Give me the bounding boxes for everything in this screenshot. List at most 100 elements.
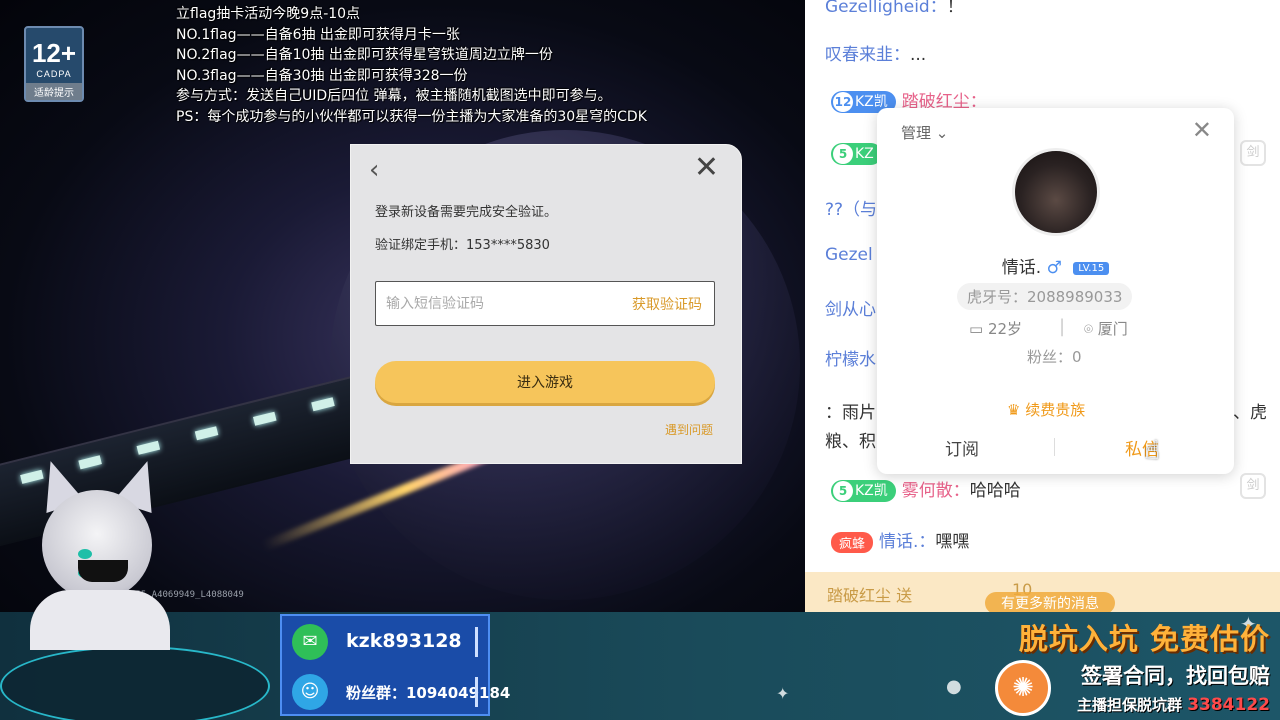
promo-subline: 签署合同，找回包赔 xyxy=(1081,664,1270,688)
divider: | xyxy=(1059,316,1066,337)
rail-light xyxy=(253,411,277,426)
chat-message: 5 KZ凯 雾何散：哈哈哈 xyxy=(831,476,1021,502)
qq-group: 粉丝群：1094049184 xyxy=(346,684,511,702)
fans-count: 粉丝：0 xyxy=(1027,348,1082,366)
divider xyxy=(475,677,478,707)
chat-user[interactable]: 情话.： xyxy=(879,532,935,552)
mascot-hoodie xyxy=(30,590,170,650)
rail-light xyxy=(136,440,161,455)
contact-box: ✉ kzk893128 ☺ 粉丝群：1094049184 xyxy=(280,614,510,716)
gift-sender: 踏破红尘 送 xyxy=(827,586,913,605)
fan-badge-level: 5 xyxy=(833,481,853,501)
verification-message: 登录新设备需要完成安全验证。 xyxy=(375,205,558,220)
gift-notification: 踏破红尘 送 10 有更多新的消息 xyxy=(805,572,1280,612)
mascot-mask xyxy=(78,560,128,582)
star-decoration: ● xyxy=(946,676,962,697)
notice-line: NO.3flag——自备30抽 出金即可获得328一份 xyxy=(176,67,468,84)
chat-message: 粮、积 xyxy=(825,427,876,452)
close-icon[interactable]: ✕ xyxy=(694,153,719,183)
qq-contact: ☺ 粉丝群：1094049184 xyxy=(286,670,510,714)
chat-text: 嘿嘿 xyxy=(935,532,970,552)
notice-line: 参与方式：发送自己UID后四位 弹幕，被主播随机截图选中即可参与。 xyxy=(176,88,612,104)
notice-line: PS：每个成功参与的小伙伴都可以获得一份主播为大家准备的30星穹的CDK xyxy=(176,108,647,125)
user-name-row: 情话. ♂ LV.15 xyxy=(877,253,1234,278)
promo-text: 脱坑入坑 免费估价 签署合同，找回包赔 主播担保脱坑群 3384122 xyxy=(1019,616,1270,715)
more-messages-button[interactable]: 有更多新的消息 xyxy=(985,592,1115,612)
city-value: 厦门 xyxy=(1097,320,1128,338)
chat-text: ：雨片 xyxy=(825,403,876,423)
event-notice: 立flag抽卡活动今晚9点-10点 NO.1flag——自备6抽 出金即可获得月… xyxy=(176,4,647,127)
stream-overlay-bar: ✉ kzk893128 ☺ 粉丝群：1094049184 ✦ ● ✦ ✺ 脱坑入… xyxy=(0,612,1280,720)
chat-message: 叹春来韭：... xyxy=(825,40,926,65)
fan-badge-level: 12 xyxy=(833,92,853,112)
promo-group-label: 主播担保脱坑群 xyxy=(1076,696,1182,714)
star-decoration: ✦ xyxy=(776,684,790,703)
chat-text: 哈哈哈 xyxy=(969,481,1021,501)
chat-message: ??（与 xyxy=(825,195,877,220)
chat-user[interactable]: ??（与 xyxy=(825,200,877,220)
chat-user[interactable]: 柠檬水 xyxy=(825,350,876,370)
chat-message-tail: 、虎 xyxy=(1233,398,1267,423)
avatar[interactable] xyxy=(1012,148,1100,236)
huya-id: 虎牙号：2088989033 xyxy=(957,283,1133,310)
sms-code-field: 获取验证码 xyxy=(375,281,715,326)
user-name: 情话. xyxy=(1001,258,1042,278)
qq-icon: ☺ xyxy=(292,674,328,710)
get-code-button[interactable]: 获取验证码 xyxy=(632,294,702,314)
guard-tag: 疯蜂 xyxy=(831,531,874,553)
streamer-avatar-mascot xyxy=(20,454,170,650)
notice-line: NO.2flag——自备10抽 出金即可获得星穹铁道周边立牌一份 xyxy=(176,47,553,63)
divider xyxy=(1054,438,1055,456)
console-pad-decoration xyxy=(0,646,270,720)
age-rating-number: 12+ xyxy=(31,38,77,68)
chat-message: Gezelligheid：！ xyxy=(825,0,964,17)
mascot-eyes xyxy=(78,544,130,578)
chat-user[interactable]: Gezel xyxy=(825,245,873,265)
subscribe-button[interactable]: 订阅 xyxy=(945,435,979,460)
chat-user[interactable]: 叹春来韭： xyxy=(825,45,910,65)
fan-badge: 5 KZ xyxy=(831,143,882,165)
enter-game-button[interactable]: 进入游戏 xyxy=(375,361,715,403)
chat-message: Gezel xyxy=(825,245,873,265)
chat-user[interactable]: Gezelligheid： xyxy=(825,0,947,17)
chat-text: 、虎 xyxy=(1233,403,1267,423)
chat-report-icon[interactable]: 剑 xyxy=(1240,473,1266,499)
back-icon[interactable]: ‹ xyxy=(369,157,379,183)
user-profile-card: 管理 ⌄ ✕ 情话. ♂ LV.15 虎牙号：2088989033 ▭ 22岁 … xyxy=(877,108,1234,474)
notice-line: NO.1flag——自备6抽 出金即可获得月卡一张 xyxy=(176,26,460,43)
sms-code-input[interactable] xyxy=(386,293,606,315)
help-link[interactable]: 遇到问题 xyxy=(665,421,713,438)
chat-report-icon[interactable]: 剑 xyxy=(1240,140,1266,166)
rail-light xyxy=(194,426,219,441)
wechat-contact: ✉ kzk893128 xyxy=(286,620,484,664)
divider xyxy=(475,627,478,657)
promo-headline: 脱坑入坑 免费估价 xyxy=(1018,622,1270,656)
chevron-down-icon: ⌄ xyxy=(935,124,949,142)
promo-group: 主播担保脱坑群 3384122 xyxy=(1019,694,1270,715)
age-rating-org: CADPA xyxy=(36,69,72,79)
chat-message: 剑从心 xyxy=(825,295,876,320)
chat-text: 粮、积 xyxy=(825,432,876,452)
renew-noble-button[interactable]: ♛ 续费贵族 xyxy=(1007,399,1085,420)
fan-badge-text: KZ凯 xyxy=(855,483,888,499)
fan-badge: 5 KZ凯 xyxy=(831,480,896,502)
bound-phone: 验证绑定手机：153****5830 xyxy=(375,238,550,253)
renew-label: 续费贵族 xyxy=(1025,401,1086,419)
chat-text: ... xyxy=(910,45,927,65)
chat-message: 疯蜂 情话.：嘿嘿 xyxy=(831,527,969,553)
wechat-id: kzk893128 xyxy=(346,630,462,652)
user-city: ⌾ 厦门 xyxy=(1084,318,1128,339)
location-icon: ⌾ xyxy=(1084,320,1098,338)
male-icon: ♂ xyxy=(1046,258,1062,278)
age-value: 22岁 xyxy=(987,320,1023,338)
notice-line: 立flag抽卡活动今晚9点-10点 xyxy=(176,6,361,22)
manage-dropdown[interactable]: 管理 ⌄ xyxy=(901,122,948,143)
id-card-icon: ▭ xyxy=(969,320,988,338)
close-icon[interactable]: ✕ xyxy=(1192,116,1212,144)
chat-user[interactable]: 雾何散： xyxy=(902,481,970,501)
manage-label: 管理 xyxy=(901,124,932,142)
chat-user[interactable]: 剑从心 xyxy=(825,300,876,320)
fan-badge-text: KZ xyxy=(855,146,874,162)
rail-light xyxy=(311,397,335,412)
fan-badge-level: 5 xyxy=(833,144,853,164)
